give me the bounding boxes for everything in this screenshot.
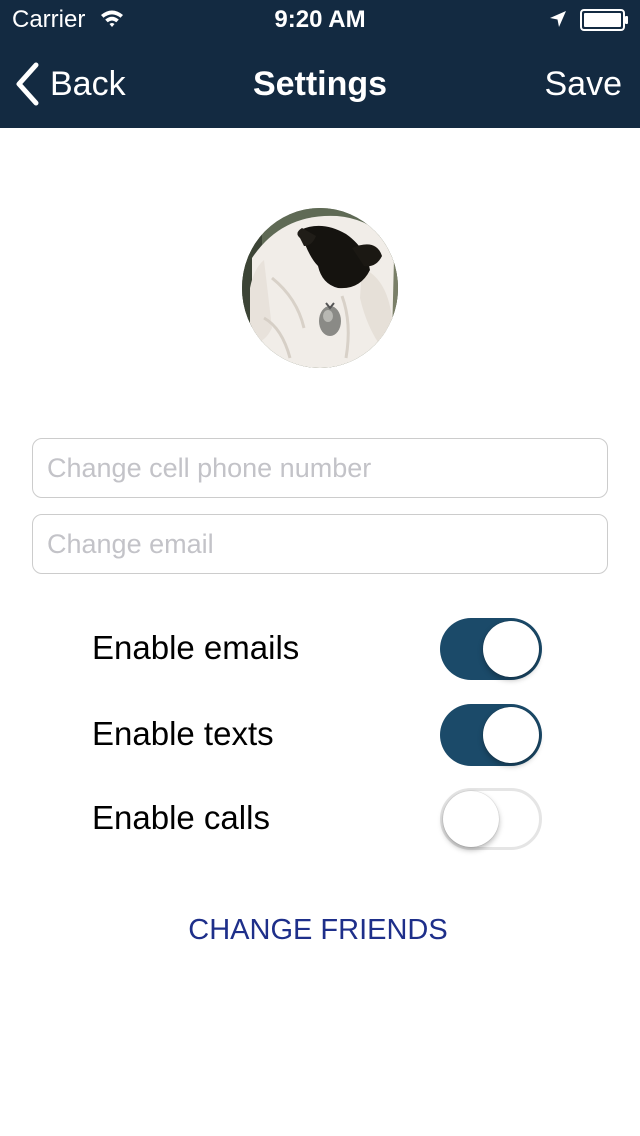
- battery-icon: [580, 9, 630, 36]
- save-button[interactable]: Save: [545, 64, 623, 104]
- back-button-label: Back: [50, 65, 126, 103]
- email-field[interactable]: [32, 514, 608, 574]
- status-time: 9:20 AM: [274, 6, 366, 33]
- enable-emails-toggle[interactable]: [440, 618, 542, 680]
- enable-texts-toggle[interactable]: [440, 704, 542, 766]
- enable-emails-row: Enable emails: [92, 618, 544, 682]
- chevron-left-icon: [16, 62, 39, 106]
- toggle-knob: [483, 707, 539, 763]
- enable-calls-toggle[interactable]: [440, 788, 542, 850]
- enable-texts-label: Enable texts: [92, 715, 274, 752]
- page-title: Settings: [252, 65, 388, 103]
- enable-calls-label: Enable calls: [92, 799, 270, 836]
- avatar[interactable]: [242, 208, 398, 368]
- change-friends-button[interactable]: CHANGE FRIENDS: [0, 912, 636, 948]
- enable-emails-label: Enable emails: [92, 629, 300, 666]
- phone-number-field[interactable]: [32, 438, 608, 498]
- navigation-bar: Carrier 9:20 AM Back Settings Save: [0, 0, 640, 128]
- enable-texts-row: Enable texts: [92, 704, 544, 768]
- toggle-knob: [483, 621, 539, 677]
- avatar-photo: [242, 208, 398, 368]
- status-bar: Carrier 9:20 AM: [0, 0, 640, 40]
- toggle-knob: [443, 791, 499, 847]
- enable-calls-row: Enable calls: [92, 788, 544, 852]
- back-button[interactable]: Back: [14, 60, 126, 108]
- location-arrow-icon: [548, 9, 568, 34]
